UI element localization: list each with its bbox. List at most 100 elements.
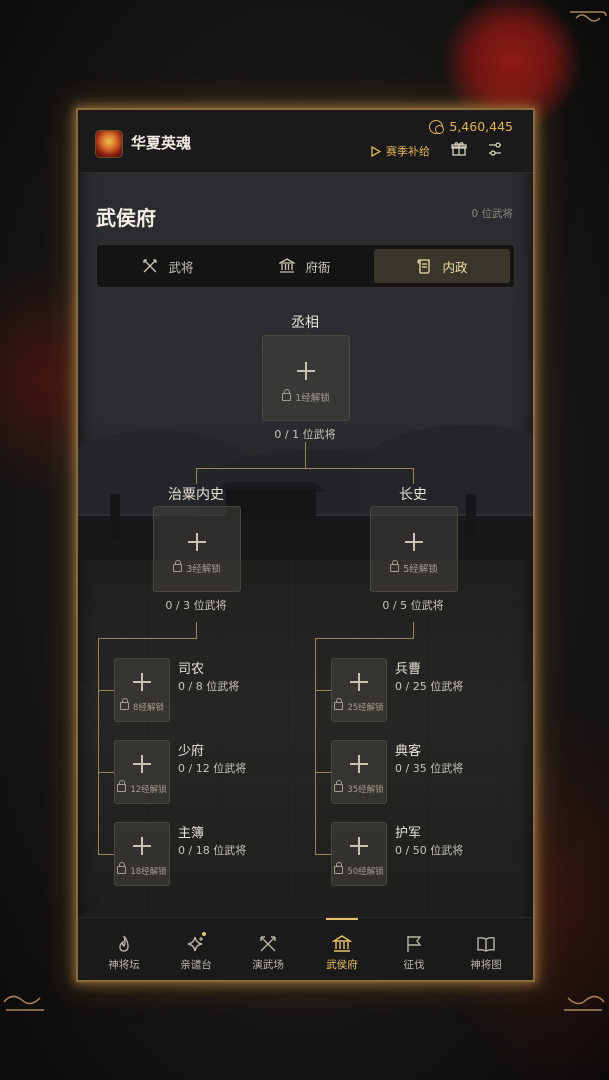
section-tabs: 武将 府衙 内政 <box>96 244 515 288</box>
hujun-position-slot[interactable]: 50经解锁 <box>331 822 387 886</box>
unlock-requirement: 8经解锁 <box>115 698 169 713</box>
unlock-requirement: 3经解锁 <box>154 560 240 575</box>
left-position-slot[interactable]: 3经解锁 <box>153 506 241 592</box>
nav-qinqiantai[interactable]: 亲谴台 <box>160 918 232 980</box>
connector-line <box>315 638 414 639</box>
connector-line <box>196 622 197 638</box>
unlock-requirement: 12经解锁 <box>115 780 169 795</box>
hujun-occupancy: 0 / 50 位武将 <box>395 844 464 857</box>
connector-line <box>413 622 414 638</box>
tab-office-label: 府衙 <box>305 259 331 275</box>
connector-line <box>196 468 197 484</box>
connector-line <box>98 772 114 773</box>
sinong-occupancy: 0 / 8 位武将 <box>178 680 240 693</box>
total-general-count: 0 位武将 <box>471 208 513 220</box>
lock-icon <box>173 560 183 572</box>
nav-yanwuchang[interactable]: 演武场 <box>232 918 304 980</box>
app-logo <box>95 130 123 158</box>
bingcao-occupancy: 0 / 25 位武将 <box>395 680 464 693</box>
nav-wuhoufu-label: 武侯府 <box>326 959 358 971</box>
app-header: 华夏英魂 5,460,445 赛季补给 <box>78 110 533 173</box>
nav-zhengfa[interactable]: 征伐 <box>378 918 450 980</box>
temple-icon <box>332 935 352 952</box>
add-icon <box>405 533 423 551</box>
add-icon <box>133 837 151 855</box>
sinong-position-slot[interactable]: 8经解锁 <box>114 658 170 722</box>
tab-generals[interactable]: 武将 <box>100 249 236 283</box>
right-occupancy: 0 / 5 位武将 <box>382 599 444 612</box>
connector-line <box>98 638 197 639</box>
corner-ornament-top-right <box>570 11 607 22</box>
play-icon <box>371 145 381 157</box>
left-node-title: 治粟内史 <box>168 487 224 503</box>
unlock-requirement: 35经解锁 <box>332 780 386 795</box>
temple-icon <box>279 258 296 273</box>
connector-line <box>196 468 413 469</box>
shaofu-title: 少府 <box>178 744 205 759</box>
zhubu-title: 主簿 <box>178 826 205 841</box>
zhubu-position-slot[interactable]: 18经解锁 <box>114 822 170 886</box>
bingcao-position-slot[interactable]: 25经解锁 <box>331 658 387 722</box>
book-icon <box>477 936 495 952</box>
add-icon <box>297 362 315 380</box>
sparkle-icon <box>187 936 203 952</box>
connector-line <box>98 690 114 691</box>
shaofu-position-slot[interactable]: 12经解锁 <box>114 740 170 804</box>
nav-shenjiangtu[interactable]: 神将图 <box>450 918 522 980</box>
add-icon <box>188 533 206 551</box>
unlock-requirement: 5经解锁 <box>371 560 457 575</box>
lock-icon <box>117 862 127 874</box>
lock-icon <box>334 698 344 710</box>
right-position-slot[interactable]: 5经解锁 <box>370 506 458 592</box>
tab-office[interactable]: 府衙 <box>237 249 373 283</box>
coin-amount: 5,460,445 <box>449 119 513 134</box>
corner-ornament-bottom-right <box>564 995 605 1011</box>
app-window: 华夏英魂 5,460,445 赛季补给 武侯府 0 位武将 武将 府衙 内政 丞… <box>76 108 535 982</box>
right-node-title: 长史 <box>399 487 427 503</box>
season-supply-button[interactable]: 赛季补给 <box>371 143 430 159</box>
connector-line <box>98 854 114 855</box>
dianke-position-slot[interactable]: 35经解锁 <box>331 740 387 804</box>
scroll-icon <box>417 259 431 274</box>
nav-shenjiangtan[interactable]: 神将坛 <box>88 918 160 980</box>
notification-dot <box>202 932 206 936</box>
bottom-navigation: 神将坛 亲谴台 演武场 武侯府 征伐 神将图 <box>78 917 533 980</box>
tab-internal-affairs[interactable]: 内政 <box>374 249 510 283</box>
unlock-requirement: 25经解锁 <box>332 698 386 713</box>
lock-icon <box>334 862 344 874</box>
tab-internal-affairs-label: 内政 <box>442 259 468 275</box>
hujun-title: 护军 <box>395 826 422 841</box>
nav-shenjiangtu-label: 神将图 <box>470 959 502 971</box>
dianke-occupancy: 0 / 35 位武将 <box>395 762 464 775</box>
crossed-swords-icon <box>260 936 276 952</box>
root-position-slot[interactable]: 1经解锁 <box>262 335 350 421</box>
add-icon <box>133 673 151 691</box>
unlock-requirement: 50经解锁 <box>332 862 386 877</box>
coins-icon <box>429 119 445 134</box>
connector-line <box>98 638 99 854</box>
lock-icon <box>390 560 400 572</box>
connector-line <box>315 772 331 773</box>
corner-ornament-bottom-left <box>3 995 44 1011</box>
connector-line <box>315 638 316 854</box>
crossed-swords-icon <box>143 259 158 273</box>
shaofu-occupancy: 0 / 12 位武将 <box>178 762 247 775</box>
unlock-requirement: 1经解锁 <box>263 389 349 404</box>
flag-icon <box>407 936 422 952</box>
settings-sliders-icon[interactable] <box>487 141 503 157</box>
nav-zhengfa-label: 征伐 <box>403 959 425 971</box>
nav-wuhoufu[interactable]: 武侯府 <box>306 918 378 980</box>
page-title: 武侯府 <box>96 206 156 230</box>
tab-generals-label: 武将 <box>168 259 194 275</box>
connector-line <box>315 690 331 691</box>
add-icon <box>350 837 368 855</box>
root-occupancy: 0 / 1 位武将 <box>274 428 336 441</box>
unlock-requirement: 18经解锁 <box>115 862 169 877</box>
gift-icon[interactable] <box>451 141 467 157</box>
connector-line <box>413 468 414 484</box>
lock-icon <box>120 698 130 710</box>
add-icon <box>350 673 368 691</box>
root-node-title: 丞相 <box>291 315 319 331</box>
connector-line <box>305 442 306 468</box>
season-supply-label: 赛季补给 <box>386 145 430 158</box>
